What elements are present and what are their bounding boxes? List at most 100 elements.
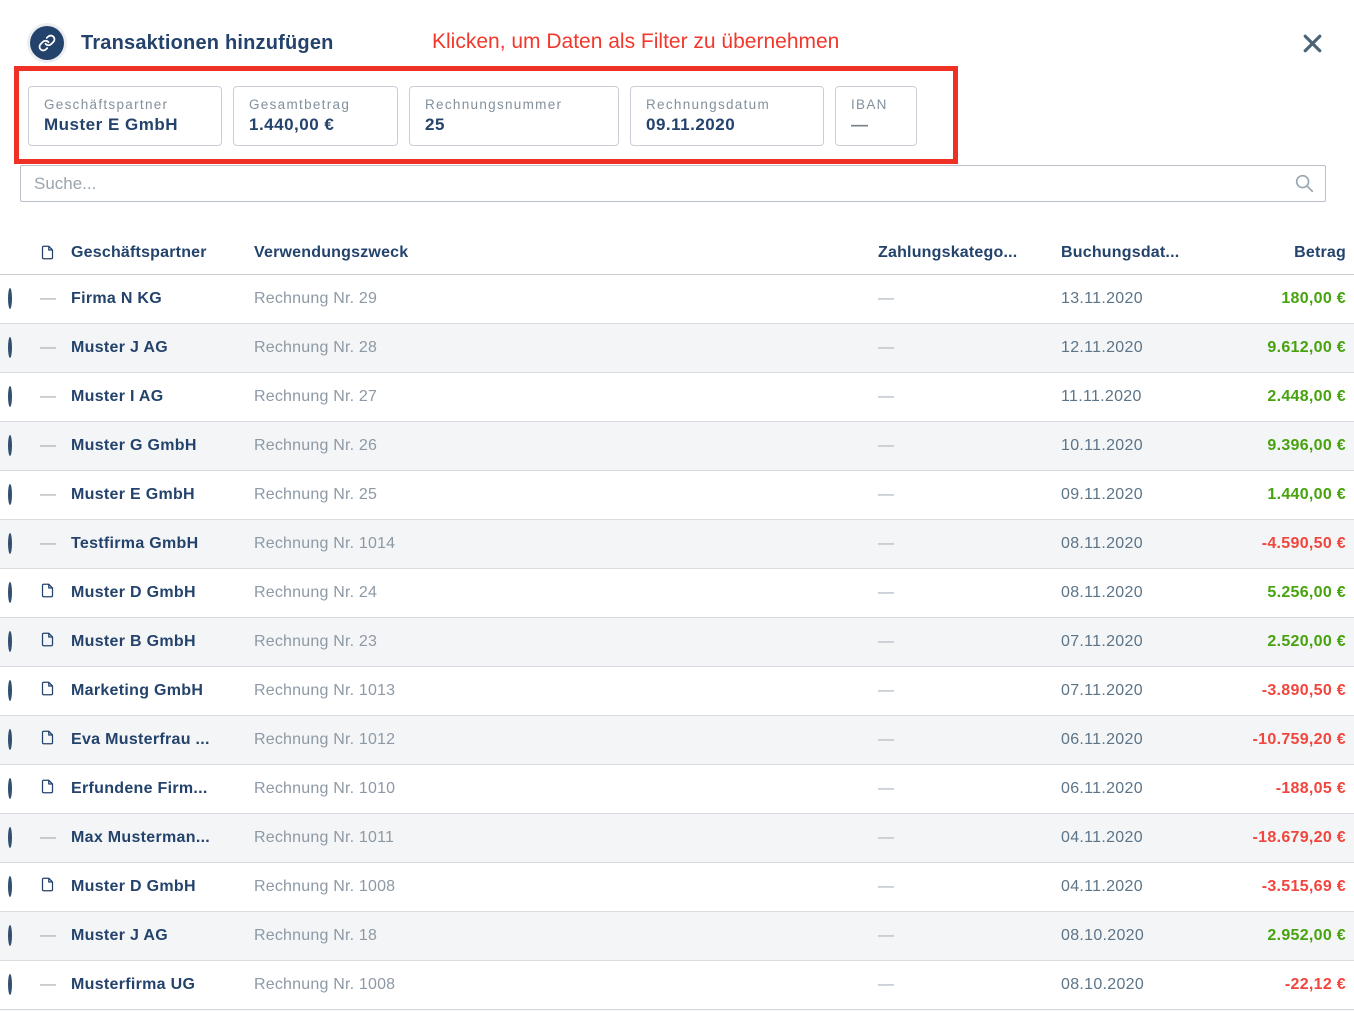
search-input[interactable] bbox=[20, 165, 1326, 202]
booking-date-cell: 04.11.2020 bbox=[1061, 878, 1206, 896]
column-header-betrag: Betrag bbox=[1206, 244, 1354, 262]
amount-cell: 9.396,00 € bbox=[1206, 437, 1354, 455]
payment-category-cell: — bbox=[878, 339, 1061, 357]
amount-cell: 2.448,00 € bbox=[1206, 388, 1354, 406]
partner-cell: Firma N KG bbox=[71, 290, 254, 308]
row-select-radio[interactable] bbox=[8, 288, 12, 309]
row-select-radio[interactable] bbox=[8, 582, 12, 603]
payment-category-cell: — bbox=[878, 829, 1061, 847]
table-header-row: Geschäftspartner Verwendungszweck Zahlun… bbox=[0, 231, 1354, 275]
partner-cell: Muster J AG bbox=[71, 927, 254, 945]
transactions-rows: — Firma N KG Rechnung Nr. 29 — 13.11.202… bbox=[0, 275, 1354, 1010]
amount-cell: 2.520,00 € bbox=[1206, 633, 1354, 651]
purpose-cell: Rechnung Nr. 24 bbox=[254, 584, 878, 602]
payment-category-cell: — bbox=[878, 780, 1061, 798]
booking-date-cell: 11.11.2020 bbox=[1061, 388, 1206, 406]
row-select-radio[interactable] bbox=[8, 925, 12, 946]
purpose-cell: Rechnung Nr. 29 bbox=[254, 290, 878, 308]
row-select-radio[interactable] bbox=[8, 729, 12, 750]
booking-date-cell: 06.11.2020 bbox=[1061, 731, 1206, 749]
column-header-geschaeftspartner: Geschäftspartner bbox=[71, 244, 254, 262]
table-row[interactable]: — Musterfirma UG Rechnung Nr. 1008 — 08.… bbox=[0, 961, 1354, 1010]
purpose-cell: Rechnung Nr. 26 bbox=[254, 437, 878, 455]
row-select-radio[interactable] bbox=[8, 484, 12, 505]
add-transactions-dialog: Transaktionen hinzufügen Klicken, um Dat… bbox=[0, 0, 1354, 1011]
table-row[interactable]: — Firma N KG Rechnung Nr. 29 — 13.11.202… bbox=[0, 275, 1354, 324]
row-select-radio[interactable] bbox=[8, 435, 12, 456]
payment-category-cell: — bbox=[878, 486, 1061, 504]
filter-chip-label: Rechnungsdatum bbox=[646, 96, 808, 113]
purpose-cell: Rechnung Nr. 18 bbox=[254, 927, 878, 945]
booking-date-cell: 10.11.2020 bbox=[1061, 437, 1206, 455]
table-row[interactable]: — Muster E GmbH Rechnung Nr. 25 — 09.11.… bbox=[0, 471, 1354, 520]
amount-cell: 9.612,00 € bbox=[1206, 339, 1354, 357]
table-row[interactable]: — Muster G GmbH Rechnung Nr. 26 — 10.11.… bbox=[0, 422, 1354, 471]
row-select-radio[interactable] bbox=[8, 876, 12, 897]
row-select-radio[interactable] bbox=[8, 827, 12, 848]
filter-chip-value: 1.440,00 € bbox=[249, 113, 382, 136]
row-select-radio[interactable] bbox=[8, 974, 12, 995]
table-row[interactable]: Eva Musterfrau ... Rechnung Nr. 1012 — 0… bbox=[0, 716, 1354, 765]
filter-chip-rechnungsdatum[interactable]: Rechnungsdatum 09.11.2020 bbox=[630, 86, 824, 146]
purpose-cell: Rechnung Nr. 27 bbox=[254, 388, 878, 406]
row-select-radio[interactable] bbox=[8, 386, 12, 407]
purpose-cell: Rechnung Nr. 1012 bbox=[254, 731, 878, 749]
no-document-dash: — bbox=[40, 290, 56, 308]
partner-cell: Muster G GmbH bbox=[71, 437, 254, 455]
table-row[interactable]: — Muster J AG Rechnung Nr. 18 — 08.10.20… bbox=[0, 912, 1354, 961]
row-select-radio[interactable] bbox=[8, 778, 12, 799]
payment-category-cell: — bbox=[878, 290, 1061, 308]
payment-category-cell: — bbox=[878, 731, 1061, 749]
filter-chip-geschaeftspartner[interactable]: Geschäftspartner Muster E GmbH bbox=[28, 86, 222, 146]
amount-cell: 1.440,00 € bbox=[1206, 486, 1354, 504]
row-select-radio[interactable] bbox=[8, 533, 12, 554]
partner-cell: Muster D GmbH bbox=[71, 584, 254, 602]
table-row[interactable]: Muster D GmbH Rechnung Nr. 24 — 08.11.20… bbox=[0, 569, 1354, 618]
table-row[interactable]: Muster B GmbH Rechnung Nr. 23 — 07.11.20… bbox=[0, 618, 1354, 667]
filter-chip-iban[interactable]: IBAN — bbox=[835, 86, 917, 146]
partner-cell: Testfirma GmbH bbox=[71, 535, 254, 553]
booking-date-cell: 12.11.2020 bbox=[1061, 339, 1206, 357]
amount-cell: -3.890,50 € bbox=[1206, 682, 1354, 700]
partner-cell: Muster E GmbH bbox=[71, 486, 254, 504]
booking-date-cell: 04.11.2020 bbox=[1061, 829, 1206, 847]
filter-chip-label: IBAN bbox=[851, 96, 901, 113]
filter-chip-label: Rechnungsnummer bbox=[425, 96, 603, 113]
amount-cell: -3.515,69 € bbox=[1206, 878, 1354, 896]
table-row[interactable]: — Muster I AG Rechnung Nr. 27 — 11.11.20… bbox=[0, 373, 1354, 422]
row-select-radio[interactable] bbox=[8, 337, 12, 358]
partner-cell: Muster B GmbH bbox=[71, 633, 254, 651]
partner-cell: Marketing GmbH bbox=[71, 682, 254, 700]
amount-cell: -4.590,50 € bbox=[1206, 535, 1354, 553]
amount-cell: -188,05 € bbox=[1206, 780, 1354, 798]
table-row[interactable]: — Max Musterman... Rechnung Nr. 1011 — 0… bbox=[0, 814, 1354, 863]
table-row[interactable]: — Muster J AG Rechnung Nr. 28 — 12.11.20… bbox=[0, 324, 1354, 373]
filter-chip-rechnungsnummer[interactable]: Rechnungsnummer 25 bbox=[409, 86, 619, 146]
payment-category-cell: — bbox=[878, 535, 1061, 553]
purpose-cell: Rechnung Nr. 1008 bbox=[254, 976, 878, 994]
column-header-verwendungszweck: Verwendungszweck bbox=[254, 244, 878, 262]
table-row[interactable]: Muster D GmbH Rechnung Nr. 1008 — 04.11.… bbox=[0, 863, 1354, 912]
annotation-text: Klicken, um Daten als Filter zu übernehm… bbox=[432, 30, 839, 54]
purpose-cell: Rechnung Nr. 1008 bbox=[254, 878, 878, 896]
no-document-dash: — bbox=[40, 535, 56, 553]
table-row[interactable]: Marketing GmbH Rechnung Nr. 1013 — 07.11… bbox=[0, 667, 1354, 716]
row-select-radio[interactable] bbox=[8, 680, 12, 701]
table-row[interactable]: Erfundene Firm... Rechnung Nr. 1010 — 06… bbox=[0, 765, 1354, 814]
payment-category-cell: — bbox=[878, 682, 1061, 700]
amount-cell: -18.679,20 € bbox=[1206, 829, 1354, 847]
booking-date-cell: 13.11.2020 bbox=[1061, 290, 1206, 308]
row-select-radio[interactable] bbox=[8, 631, 12, 652]
close-icon[interactable] bbox=[1298, 29, 1326, 57]
filter-chip-gesamtbetrag[interactable]: Gesamtbetrag 1.440,00 € bbox=[233, 86, 398, 146]
table-row[interactable]: — Testfirma GmbH Rechnung Nr. 1014 — 08.… bbox=[0, 520, 1354, 569]
payment-category-cell: — bbox=[878, 437, 1061, 455]
filter-chip-label: Geschäftspartner bbox=[44, 96, 206, 113]
booking-date-cell: 06.11.2020 bbox=[1061, 780, 1206, 798]
purpose-cell: Rechnung Nr. 1010 bbox=[254, 780, 878, 798]
amount-cell: 180,00 € bbox=[1206, 290, 1354, 308]
filter-highlight-box: Geschäftspartner Muster E GmbH Gesamtbet… bbox=[14, 66, 958, 164]
booking-date-cell: 09.11.2020 bbox=[1061, 486, 1206, 504]
no-document-dash: — bbox=[40, 388, 56, 406]
filter-chip-value: 09.11.2020 bbox=[646, 113, 808, 136]
